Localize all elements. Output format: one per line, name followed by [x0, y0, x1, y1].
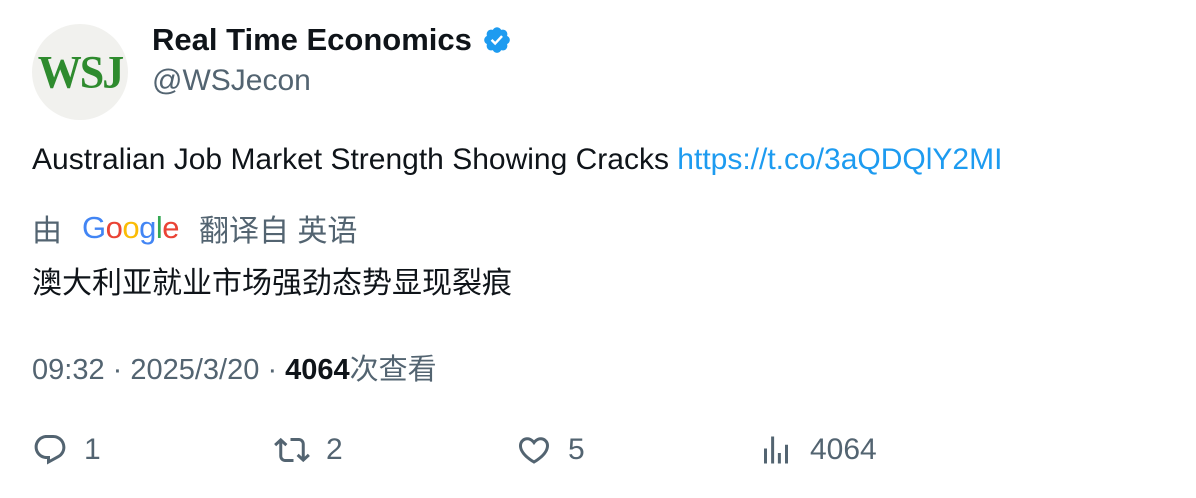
tweet-body: Australian Job Market Strength Showing C…	[32, 143, 678, 176]
retweet-count: 2	[326, 433, 343, 466]
tweet-date[interactable]: 2025/3/20	[130, 354, 259, 386]
views-action-count: 4064	[810, 433, 877, 466]
author-display-name[interactable]: Real Time Economics	[152, 22, 472, 58]
reply-button[interactable]: 1	[32, 432, 101, 468]
action-bar: 1 2 5 4064	[32, 432, 1164, 472]
reply-icon	[34, 435, 66, 465]
tweet-time[interactable]: 09:32	[32, 354, 105, 386]
like-icon	[518, 437, 550, 464]
translation-suffix: 翻译自 英语	[199, 215, 358, 248]
translation-prefix: 由	[32, 215, 62, 248]
tweet-link[interactable]: https://t.co/3aQDQlY2MI	[677, 143, 1002, 176]
meta-separator: ·	[112, 354, 131, 386]
like-button[interactable]: 5	[516, 432, 585, 468]
tweet-meta: 09:32 · 2025/3/20 · 4064次查看	[32, 346, 437, 388]
views-button[interactable]: 4064	[758, 432, 877, 468]
meta-separator: ·	[267, 354, 286, 386]
tweet-text: Australian Job Market Strength Showing C…	[32, 143, 1002, 177]
views-label: 次查看	[349, 354, 437, 386]
retweet-button[interactable]: 2	[274, 432, 343, 468]
author-handle[interactable]: @WSJecon	[152, 64, 311, 98]
views-icon	[764, 436, 788, 464]
avatar-logo-text: WSJ	[37, 46, 124, 98]
retweet-icon	[274, 437, 310, 463]
verified-badge-icon	[484, 27, 510, 53]
translated-text: 澳大利亚就业市场强劲态势显现裂痕	[32, 267, 512, 300]
views-count: 4064	[285, 354, 350, 386]
reply-count: 1	[84, 433, 101, 466]
author-name-row: Real Time Economics	[152, 22, 512, 58]
avatar[interactable]: WSJ	[32, 24, 128, 120]
translation-attribution: 由 Google 翻译自 英语	[32, 208, 357, 248]
like-count: 5	[568, 433, 585, 466]
google-logo: Google	[82, 210, 180, 245]
